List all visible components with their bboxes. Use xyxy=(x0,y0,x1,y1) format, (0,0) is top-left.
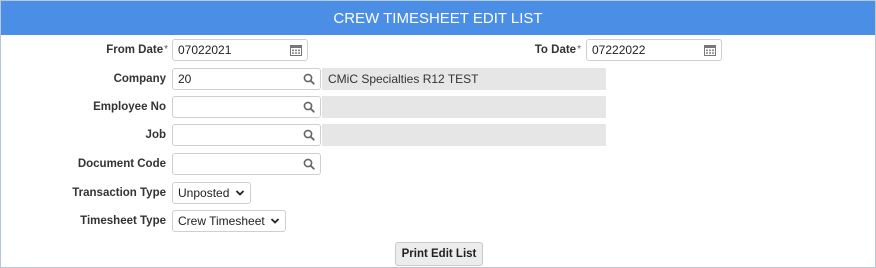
from-date-field[interactable]: 07022021 xyxy=(172,39,308,61)
timesheet-type-label: Timesheet Type xyxy=(80,215,166,227)
employee-description xyxy=(322,96,606,118)
transaction-type-label: Transaction Type xyxy=(72,187,166,199)
to-date-value: 07222022 xyxy=(592,43,646,57)
job-field[interactable] xyxy=(172,124,321,146)
report-panel: CREW TIMESHEET EDIT LIST From Date* 0702… xyxy=(0,0,876,268)
company-value: 20 xyxy=(178,72,192,86)
calendar-icon[interactable] xyxy=(289,43,303,57)
from-date-value: 07022021 xyxy=(178,43,232,57)
timesheet-type-select[interactable]: Crew Timesheet xyxy=(172,210,286,232)
to-date-label: To Date* xyxy=(534,44,581,56)
timesheet-type-value: Crew Timesheet xyxy=(178,214,265,228)
chevron-down-icon xyxy=(235,190,245,196)
transaction-type-value: Unposted xyxy=(178,186,230,200)
chevron-down-icon xyxy=(270,218,280,224)
search-icon[interactable] xyxy=(302,100,316,114)
search-icon[interactable] xyxy=(302,72,316,86)
job-label: Job xyxy=(145,129,166,141)
to-date-field[interactable]: 07222022 xyxy=(586,39,722,61)
document-code-label: Document Code xyxy=(77,158,166,170)
company-field[interactable]: 20 xyxy=(172,68,321,90)
search-icon[interactable] xyxy=(302,157,316,171)
search-icon[interactable] xyxy=(302,128,316,142)
job-description xyxy=(322,124,606,146)
print-edit-list-button[interactable]: Print Edit List xyxy=(395,242,483,266)
document-code-field[interactable] xyxy=(172,153,321,175)
company-label: Company xyxy=(113,73,166,85)
employee-no-field[interactable] xyxy=(172,96,321,118)
from-date-label: From Date* xyxy=(106,44,168,56)
calendar-icon[interactable] xyxy=(703,43,717,57)
page-title: CREW TIMESHEET EDIT LIST xyxy=(1,1,875,35)
employee-no-label: Employee No xyxy=(93,101,166,113)
company-description: CMiC Specialties R12 TEST xyxy=(322,68,606,90)
transaction-type-select[interactable]: Unposted xyxy=(172,182,251,204)
